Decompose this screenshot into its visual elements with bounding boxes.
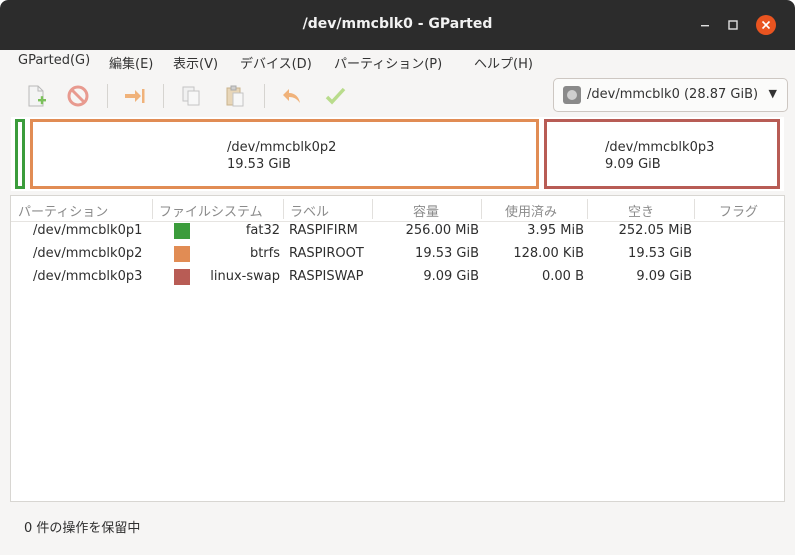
- partition-block-p2[interactable]: /dev/mmcblk0p2 19.53 GiB: [30, 119, 539, 189]
- maximize-icon: [728, 20, 738, 30]
- paste-icon: [226, 85, 244, 107]
- resize-move-icon: [125, 89, 145, 103]
- close-button[interactable]: [756, 15, 776, 35]
- toolbar-separator: [163, 84, 164, 108]
- cell-size: 19.53 GiB: [415, 246, 479, 261]
- cell-label: RASPIROOT: [289, 246, 364, 261]
- column-header-flags[interactable]: フラグ: [719, 201, 758, 220]
- delete-button[interactable]: [64, 82, 92, 110]
- copy-button[interactable]: [177, 82, 205, 110]
- disk-icon: [563, 86, 581, 104]
- menu-view[interactable]: 表示(V): [173, 53, 218, 72]
- partition-block-p1[interactable]: [15, 119, 25, 189]
- column-divider[interactable]: [694, 199, 695, 219]
- cell-used: 0.00 B: [542, 269, 584, 284]
- cell-label: RASPIFIRM: [289, 223, 358, 238]
- filesystem-color-swatch: [174, 223, 190, 239]
- cell-used: 3.95 MiB: [527, 223, 584, 238]
- partition-block-p3[interactable]: /dev/mmcblk0p3 9.09 GiB: [544, 119, 780, 189]
- column-divider[interactable]: [152, 199, 153, 219]
- cell-size: 256.00 MiB: [405, 223, 479, 238]
- column-divider[interactable]: [372, 199, 373, 219]
- menu-gparted[interactable]: GParted(G): [18, 53, 90, 68]
- cell-size: 9.09 GiB: [423, 269, 479, 284]
- partition-block-name: /dev/mmcblk0p2: [227, 140, 337, 155]
- partition-block-size: 19.53 GiB: [227, 157, 291, 172]
- cell-partition: /dev/mmcblk0p2: [33, 246, 143, 261]
- table-header: パーティション ファイルシステム ラベル 容量 使用済み 空き フラグ: [11, 196, 784, 222]
- minimize-button[interactable]: [695, 15, 715, 35]
- cell-filesystem: btrfs: [249, 246, 280, 261]
- title-bar: /dev/mmcblk0 - GParted: [0, 0, 795, 50]
- window-title: /dev/mmcblk0 - GParted: [302, 16, 493, 32]
- table-row[interactable]: /dev/mmcblk0p3 linux-swap RASPISWAP 9.09…: [11, 266, 784, 289]
- close-icon: [761, 20, 771, 30]
- cell-partition: /dev/mmcblk0p3: [33, 269, 143, 284]
- filesystem-color-swatch: [174, 269, 190, 285]
- cell-free: 9.09 GiB: [636, 269, 692, 284]
- toolbar-separator: [107, 84, 108, 108]
- resize-move-button[interactable]: [120, 82, 148, 110]
- cell-filesystem: linux-swap: [210, 269, 280, 284]
- column-header-used[interactable]: 使用済み: [505, 201, 557, 220]
- new-partition-icon: [28, 85, 46, 107]
- cell-filesystem: fat32: [245, 223, 280, 238]
- menu-edit[interactable]: 編集(E): [109, 53, 153, 72]
- paste-button[interactable]: [221, 82, 249, 110]
- status-bar: 0 件の操作を保留中: [0, 503, 795, 555]
- minimize-icon: [701, 25, 709, 27]
- undo-icon: [283, 89, 300, 103]
- apply-button[interactable]: [322, 82, 350, 110]
- menu-device[interactable]: デバイス(D): [240, 53, 312, 72]
- column-divider[interactable]: [283, 199, 284, 219]
- column-divider[interactable]: [587, 199, 588, 219]
- gparted-window: /dev/mmcblk0 - GParted GParted(G) 編集(E) …: [0, 0, 795, 555]
- column-header-size[interactable]: 容量: [413, 201, 439, 220]
- apply-icon: [325, 87, 346, 105]
- column-divider[interactable]: [481, 199, 482, 219]
- toolbar-separator: [264, 84, 265, 108]
- column-header-label[interactable]: ラベル: [290, 201, 329, 220]
- cell-free: 252.05 MiB: [618, 223, 692, 238]
- partition-block-size: 9.09 GiB: [605, 157, 661, 172]
- device-selector[interactable]: /dev/mmcblk0 (28.87 GiB) ▼: [553, 78, 788, 112]
- column-header-filesystem[interactable]: ファイルシステム: [159, 201, 263, 220]
- cell-label: RASPISWAP: [289, 269, 364, 284]
- partition-map: /dev/mmcblk0p2 19.53 GiB /dev/mmcblk0p3 …: [11, 117, 784, 191]
- delete-icon: [67, 85, 89, 107]
- device-selector-label: /dev/mmcblk0 (28.87 GiB): [587, 87, 759, 102]
- table-row[interactable]: /dev/mmcblk0p2 btrfs RASPIROOT 19.53 GiB…: [11, 243, 784, 266]
- new-partition-button[interactable]: [22, 82, 50, 110]
- menu-partition[interactable]: パーティション(P): [334, 53, 442, 72]
- menu-bar: GParted(G) 編集(E) 表示(V) デバイス(D) パーティション(P…: [0, 50, 795, 74]
- cell-free: 19.53 GiB: [628, 246, 692, 261]
- chevron-down-icon: ▼: [768, 87, 777, 100]
- partition-table: パーティション ファイルシステム ラベル 容量 使用済み 空き フラグ /dev…: [10, 195, 785, 502]
- filesystem-color-swatch: [174, 246, 190, 262]
- column-header-free[interactable]: 空き: [628, 201, 654, 220]
- cell-partition: /dev/mmcblk0p1: [33, 223, 143, 238]
- pending-operations-status: 0 件の操作を保留中: [24, 521, 141, 536]
- column-header-partition[interactable]: パーティション: [18, 201, 108, 220]
- copy-icon: [182, 86, 200, 106]
- cell-used: 128.00 KiB: [513, 246, 584, 261]
- menu-help[interactable]: ヘルプ(H): [474, 53, 533, 72]
- maximize-button[interactable]: [723, 15, 743, 35]
- partition-block-name: /dev/mmcblk0p3: [605, 140, 715, 155]
- undo-button[interactable]: [278, 82, 306, 110]
- table-row[interactable]: /dev/mmcblk0p1 fat32 RASPIFIRM 256.00 Mi…: [11, 220, 784, 243]
